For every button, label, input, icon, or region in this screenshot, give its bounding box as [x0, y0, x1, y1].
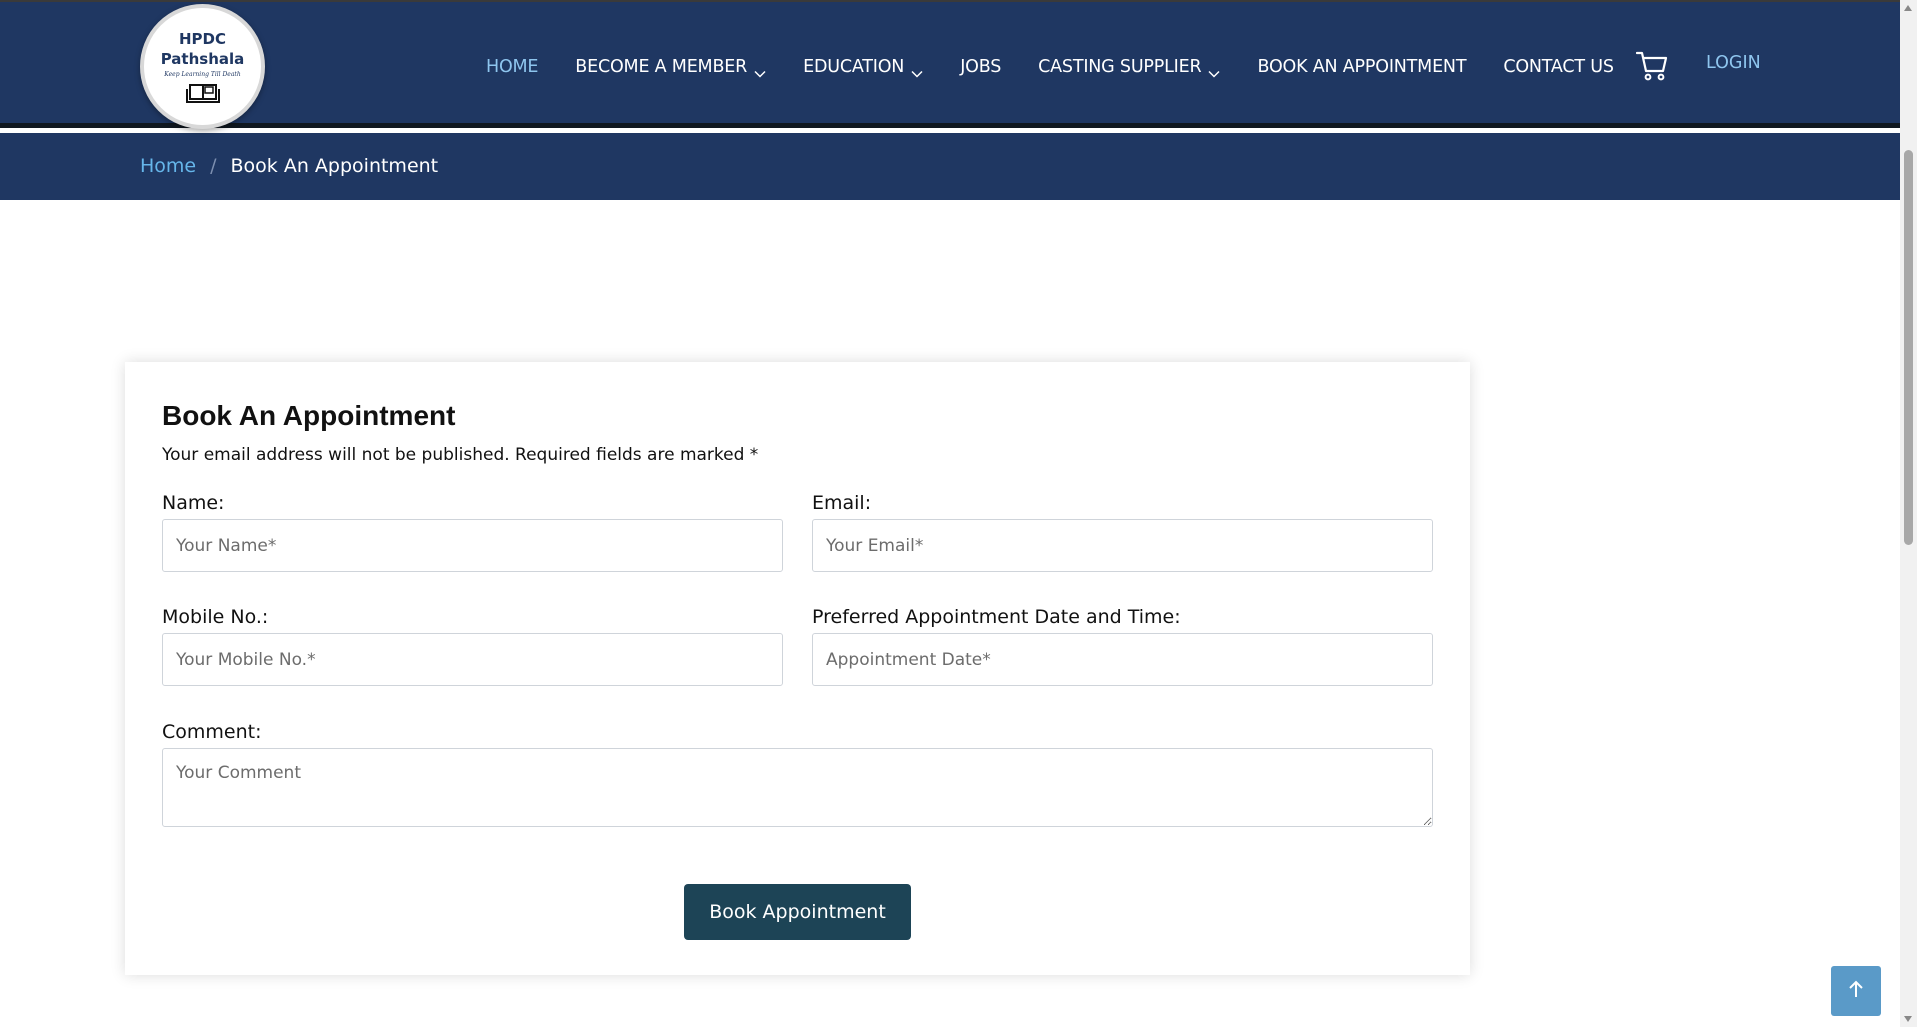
- appointment-date-input[interactable]: [812, 633, 1433, 686]
- name-input[interactable]: [162, 519, 783, 572]
- login-link[interactable]: LOGIN: [1706, 53, 1761, 73]
- nav-item-label: EDUCATION: [803, 57, 905, 77]
- arrow-up-icon: [1848, 980, 1864, 1002]
- book-icon: [185, 83, 220, 105]
- breadcrumb-separator: /: [210, 155, 217, 177]
- nav-item-casting-supplier[interactable]: CASTING SUPPLIER: [1038, 57, 1220, 78]
- chevron-down-icon: [754, 63, 766, 78]
- form-title: Book An Appointment: [162, 400, 456, 431]
- nav-item-label: BOOK AN APPOINTMENT: [1257, 57, 1467, 77]
- chevron-down-icon: [911, 63, 923, 78]
- nav-item-home[interactable]: HOME: [486, 57, 538, 77]
- scroll-up-arrow-icon[interactable]: [1904, 5, 1912, 11]
- comment-textarea[interactable]: [162, 748, 1433, 827]
- main-nav: HOME BECOME A MEMBER EDUCATION JOBS CAST…: [486, 52, 1651, 82]
- form-note: Your email address will not be published…: [162, 445, 759, 465]
- logo-text-line2: Pathshala: [160, 49, 245, 68]
- email-input[interactable]: [812, 519, 1433, 572]
- logo-text-line1: HPDC: [178, 29, 226, 48]
- mobile-input[interactable]: [162, 633, 783, 686]
- book-appointment-button[interactable]: Book Appointment: [684, 884, 911, 940]
- nav-item-label: CONTACT US: [1503, 57, 1614, 77]
- breadcrumb-bar: Home / Book An Appointment: [0, 133, 1900, 200]
- email-label: Email:: [812, 492, 872, 514]
- appointment-date-label: Preferred Appointment Date and Time:: [812, 606, 1181, 628]
- nav-item-become-a-member[interactable]: BECOME A MEMBER: [575, 57, 766, 78]
- cart-icon[interactable]: [1635, 51, 1668, 81]
- page: HOME BECOME A MEMBER EDUCATION JOBS CAST…: [0, 0, 1917, 1027]
- site-header: HOME BECOME A MEMBER EDUCATION JOBS CAST…: [0, 0, 1900, 128]
- nav-item-label: BECOME A MEMBER: [575, 57, 748, 77]
- chevron-down-icon: [1208, 63, 1220, 78]
- nav-item-education[interactable]: EDUCATION: [803, 57, 923, 78]
- mobile-label: Mobile No.:: [162, 606, 269, 628]
- scroll-down-arrow-icon[interactable]: [1904, 1016, 1912, 1022]
- comment-label: Comment:: [162, 721, 262, 743]
- nav-item-book-an-appointment[interactable]: BOOK AN APPOINTMENT: [1257, 57, 1466, 77]
- nav-item-label: HOME: [486, 57, 539, 77]
- appointment-form-card: Book An Appointment Your email address w…: [125, 362, 1470, 975]
- site-logo[interactable]: HPDC Pathshala Keep Learning Till Death: [140, 4, 265, 129]
- nav-item-label: JOBS: [960, 57, 1002, 77]
- nav-item-label: CASTING SUPPLIER: [1038, 57, 1202, 77]
- logo-tagline: Keep Learning Till Death: [164, 70, 241, 78]
- back-to-top-button[interactable]: [1831, 966, 1881, 1016]
- name-label: Name:: [162, 492, 225, 514]
- breadcrumb-current: Book An Appointment: [230, 155, 439, 177]
- scrollbar-thumb[interactable]: [1904, 150, 1913, 545]
- nav-item-jobs[interactable]: JOBS: [960, 57, 1001, 77]
- nav-item-contact-us[interactable]: CONTACT US: [1503, 57, 1614, 77]
- breadcrumb: Home / Book An Appointment: [140, 155, 438, 177]
- page-scrollbar[interactable]: [1900, 0, 1917, 1027]
- breadcrumb-home-link[interactable]: Home: [140, 155, 196, 177]
